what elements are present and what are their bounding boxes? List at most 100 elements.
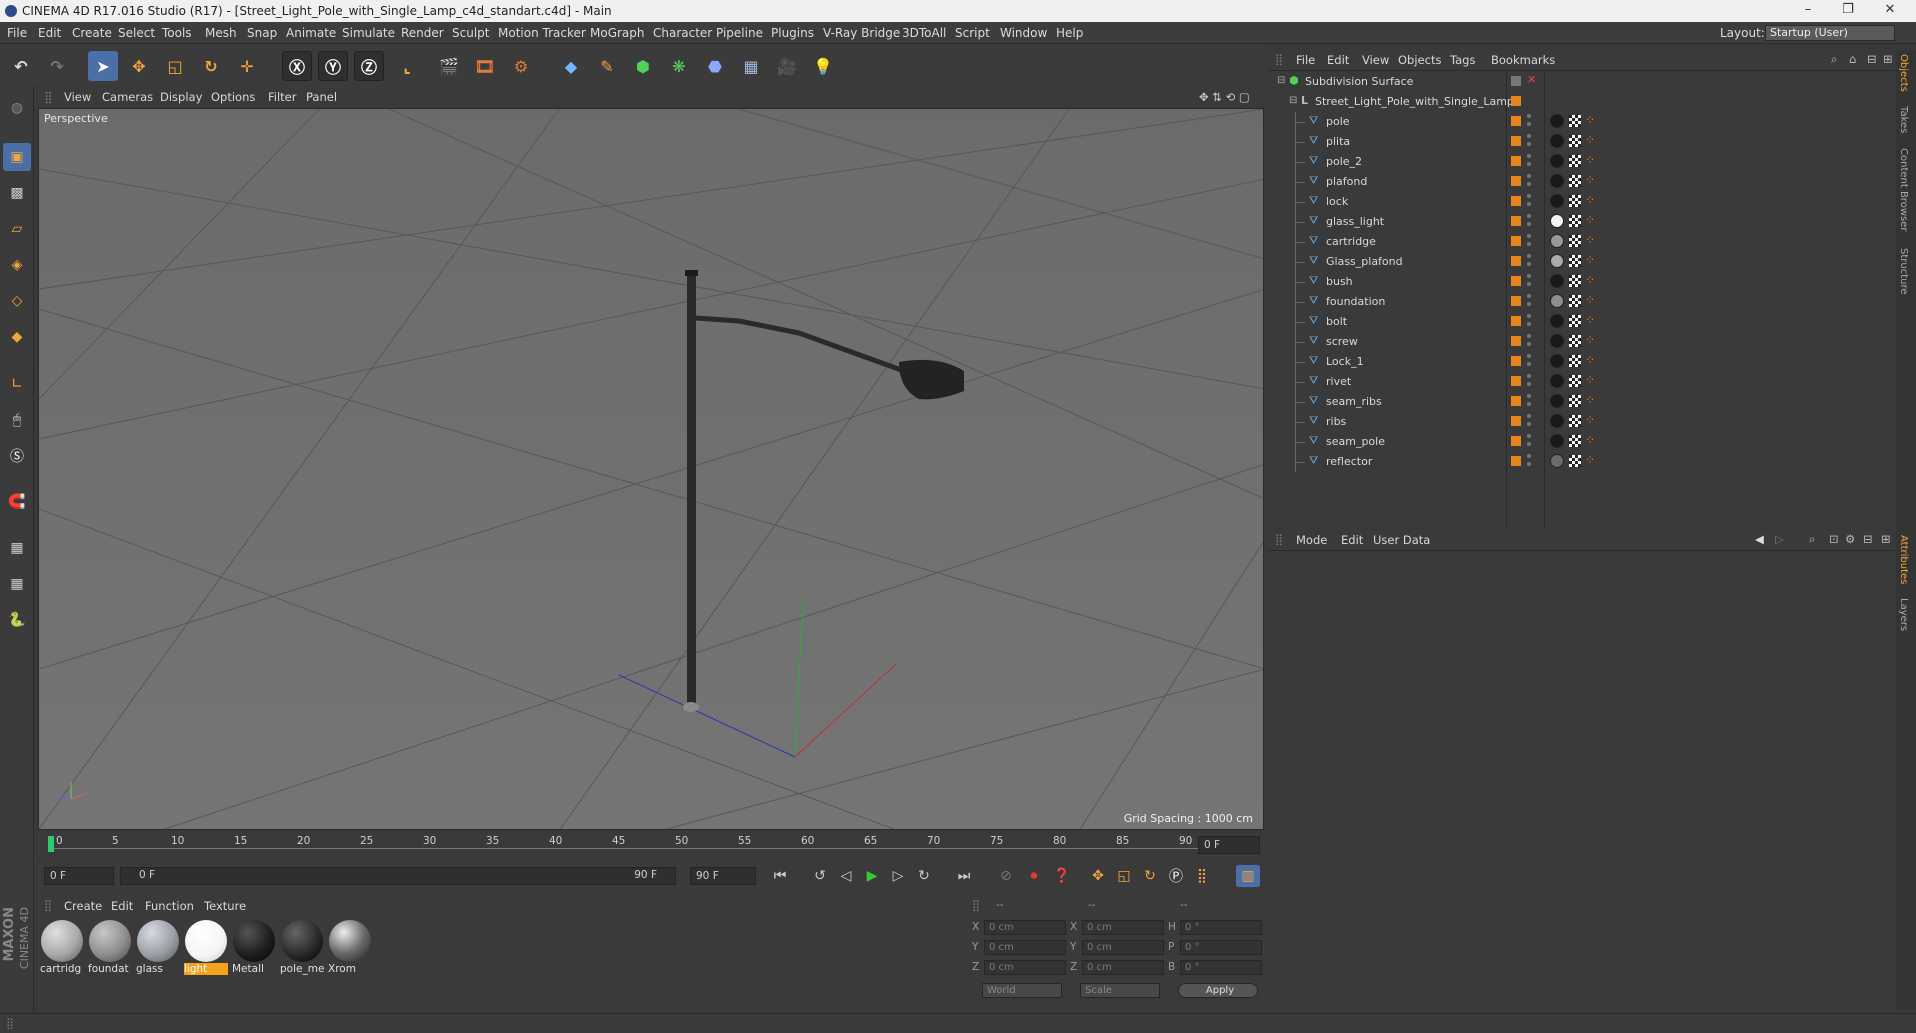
timeline-ruler[interactable]: 0 5 10 15 20 25 30 35 40 45 50 55 60 65 …	[38, 834, 1264, 856]
layer-color-swatch[interactable]	[1511, 236, 1521, 246]
uvw-tag-icon[interactable]: ⁘	[1585, 133, 1595, 147]
texture-tag-icon[interactable]	[1569, 135, 1581, 147]
texture-tag-icon[interactable]	[1569, 455, 1581, 467]
texture-tag-icon[interactable]	[1569, 255, 1581, 267]
coordinate-space-select[interactable]: World	[982, 983, 1062, 998]
object-row-group[interactable]: ⊟ L Street_Light_Pole_with_Single_Lamp	[1269, 92, 1895, 112]
forward-arrow-icon[interactable]: ▷	[1775, 532, 1784, 546]
back-arrow-icon[interactable]: ◀	[1755, 532, 1764, 546]
menu-file[interactable]: File	[7, 26, 27, 40]
new-window-icon[interactable]: ⊟	[1863, 532, 1873, 546]
material-tag-icon[interactable]	[1550, 154, 1564, 168]
object-row[interactable]: ⛛ ribs ⁘	[1269, 412, 1895, 432]
object-menu-edit[interactable]: Edit	[1327, 53, 1349, 67]
layer-color-swatch[interactable]	[1511, 156, 1521, 166]
tab-content-browser[interactable]: Content Browser	[1898, 148, 1909, 231]
texture-tag-icon[interactable]	[1569, 215, 1581, 227]
collapse-toggle-icon[interactable]: ⊟	[1277, 75, 1285, 86]
material-tag-icon[interactable]	[1550, 274, 1564, 288]
position-y-field[interactable]: 0 cm	[984, 940, 1066, 955]
menu-create[interactable]: Create	[72, 26, 112, 40]
editor-visibility-dot[interactable]	[1527, 354, 1531, 358]
editor-visibility-dot[interactable]	[1527, 434, 1531, 438]
workplane-icon[interactable]: ▱	[3, 215, 31, 243]
end-frame-field[interactable]: 90 F	[690, 867, 756, 885]
size-x-field[interactable]: 0 cm	[1082, 920, 1164, 935]
playhead-marker[interactable]	[48, 836, 54, 852]
texture-tag-icon[interactable]	[1569, 415, 1581, 427]
editor-visibility-dot[interactable]	[1527, 254, 1531, 258]
layer-color-swatch[interactable]	[1511, 296, 1521, 306]
material-tag-icon[interactable]	[1550, 194, 1564, 208]
object-row[interactable]: ⛛ rivet ⁘	[1269, 372, 1895, 392]
cube-primitive-icon[interactable]: ◆	[556, 51, 586, 81]
uvw-tag-icon[interactable]: ⁘	[1585, 233, 1595, 247]
render-visibility-dot[interactable]	[1527, 342, 1531, 346]
go-to-end-icon[interactable]: ⏭	[952, 865, 976, 887]
menu-mograph[interactable]: MoGraph	[590, 26, 645, 40]
layer-color-swatch[interactable]	[1511, 396, 1521, 406]
previous-key-icon[interactable]: ↺	[808, 865, 832, 887]
material-tag-icon[interactable]	[1550, 434, 1564, 448]
uvw-tag-icon[interactable]: ⁘	[1585, 213, 1595, 227]
move-tool-icon[interactable]: ✥	[124, 51, 154, 81]
viewport-menu-filter[interactable]: Filter	[268, 90, 296, 104]
expand-panel-icon[interactable]: ⊞	[1883, 52, 1893, 66]
layer-color-swatch[interactable]	[1511, 356, 1521, 366]
material-tag-icon[interactable]	[1550, 234, 1564, 248]
viewport-menu-panel[interactable]: Panel	[306, 90, 337, 104]
texture-tag-icon[interactable]	[1569, 375, 1581, 387]
cloner-icon[interactable]: ❋	[664, 51, 694, 81]
layer-color-swatch[interactable]	[1511, 176, 1521, 186]
uvw-tag-icon[interactable]: ⁘	[1585, 333, 1595, 347]
edges-mode-icon[interactable]: ◇	[3, 287, 31, 315]
object-row[interactable]: ⛛ foundation ⁘	[1269, 292, 1895, 312]
uvw-tag-icon[interactable]: ⁘	[1585, 113, 1595, 127]
menu-help[interactable]: Help	[1056, 26, 1083, 40]
rotation-h-field[interactable]: 0 °	[1180, 920, 1262, 935]
render-settings-icon[interactable]: ⚙	[506, 51, 536, 81]
tweak-mode-icon[interactable]: 🖱	[3, 406, 31, 434]
search-icon[interactable]: ⌕	[1831, 52, 1837, 67]
object-row[interactable]: ⛛ reflector ⁘	[1269, 452, 1895, 472]
uvw-tag-icon[interactable]: ⁘	[1585, 433, 1595, 447]
texture-tag-icon[interactable]	[1569, 335, 1581, 347]
uvw-tag-icon[interactable]: ⁘	[1585, 313, 1595, 327]
texture-tag-icon[interactable]	[1569, 395, 1581, 407]
object-menu-objects[interactable]: Objects	[1398, 53, 1441, 67]
texture-tag-icon[interactable]	[1569, 435, 1581, 447]
layer-color-swatch[interactable]	[1511, 456, 1521, 466]
texture-tag-icon[interactable]	[1569, 175, 1581, 187]
tab-attributes[interactable]: Attributes	[1898, 535, 1909, 584]
menu-3dtoall[interactable]: 3DToAll	[902, 26, 946, 40]
uvw-tag-icon[interactable]: ⁘	[1585, 253, 1595, 267]
subdivision-surface-icon[interactable]: ⬢	[628, 51, 658, 81]
render-visibility-dot[interactable]	[1527, 122, 1531, 126]
light-icon[interactable]: 💡	[808, 51, 838, 81]
new-view-icon[interactable]: ⊟	[1867, 52, 1877, 66]
current-frame-field[interactable]: 0 F	[1198, 836, 1260, 854]
layer-color-swatch[interactable]	[1511, 436, 1521, 446]
editor-visibility-dot[interactable]	[1527, 214, 1531, 218]
uvw-tag-icon[interactable]: ⁘	[1585, 193, 1595, 207]
scale-tool-icon[interactable]: ◱	[160, 51, 190, 81]
disable-icon[interactable]: ✕	[1527, 73, 1536, 86]
material-menu-texture[interactable]: Texture	[204, 899, 246, 913]
tab-takes[interactable]: Takes	[1898, 106, 1909, 133]
rotation-b-field[interactable]: 0 °	[1180, 960, 1262, 975]
editor-visibility-dot[interactable]	[1527, 274, 1531, 278]
object-row[interactable]: ⛛ seam_pole ⁘	[1269, 432, 1895, 452]
editor-visibility-dot[interactable]	[1527, 334, 1531, 338]
viewport-menu-display[interactable]: Display	[160, 90, 202, 104]
key-position-icon[interactable]: ✥	[1086, 865, 1110, 887]
play-icon[interactable]: ▶	[860, 865, 884, 887]
render-visibility-dot[interactable]	[1527, 262, 1531, 266]
go-to-start-icon[interactable]: ⏮	[768, 865, 792, 887]
layer-color-swatch[interactable]	[1511, 136, 1521, 146]
editor-visibility-dot[interactable]	[1527, 234, 1531, 238]
maximize-button[interactable]: ❐	[1828, 0, 1868, 22]
render-visibility-dot[interactable]	[1527, 322, 1531, 326]
material-tag-icon[interactable]	[1550, 414, 1564, 428]
home-icon[interactable]: ⌂	[1849, 52, 1856, 66]
planar-workplane-icon[interactable]: ▦	[3, 570, 31, 598]
